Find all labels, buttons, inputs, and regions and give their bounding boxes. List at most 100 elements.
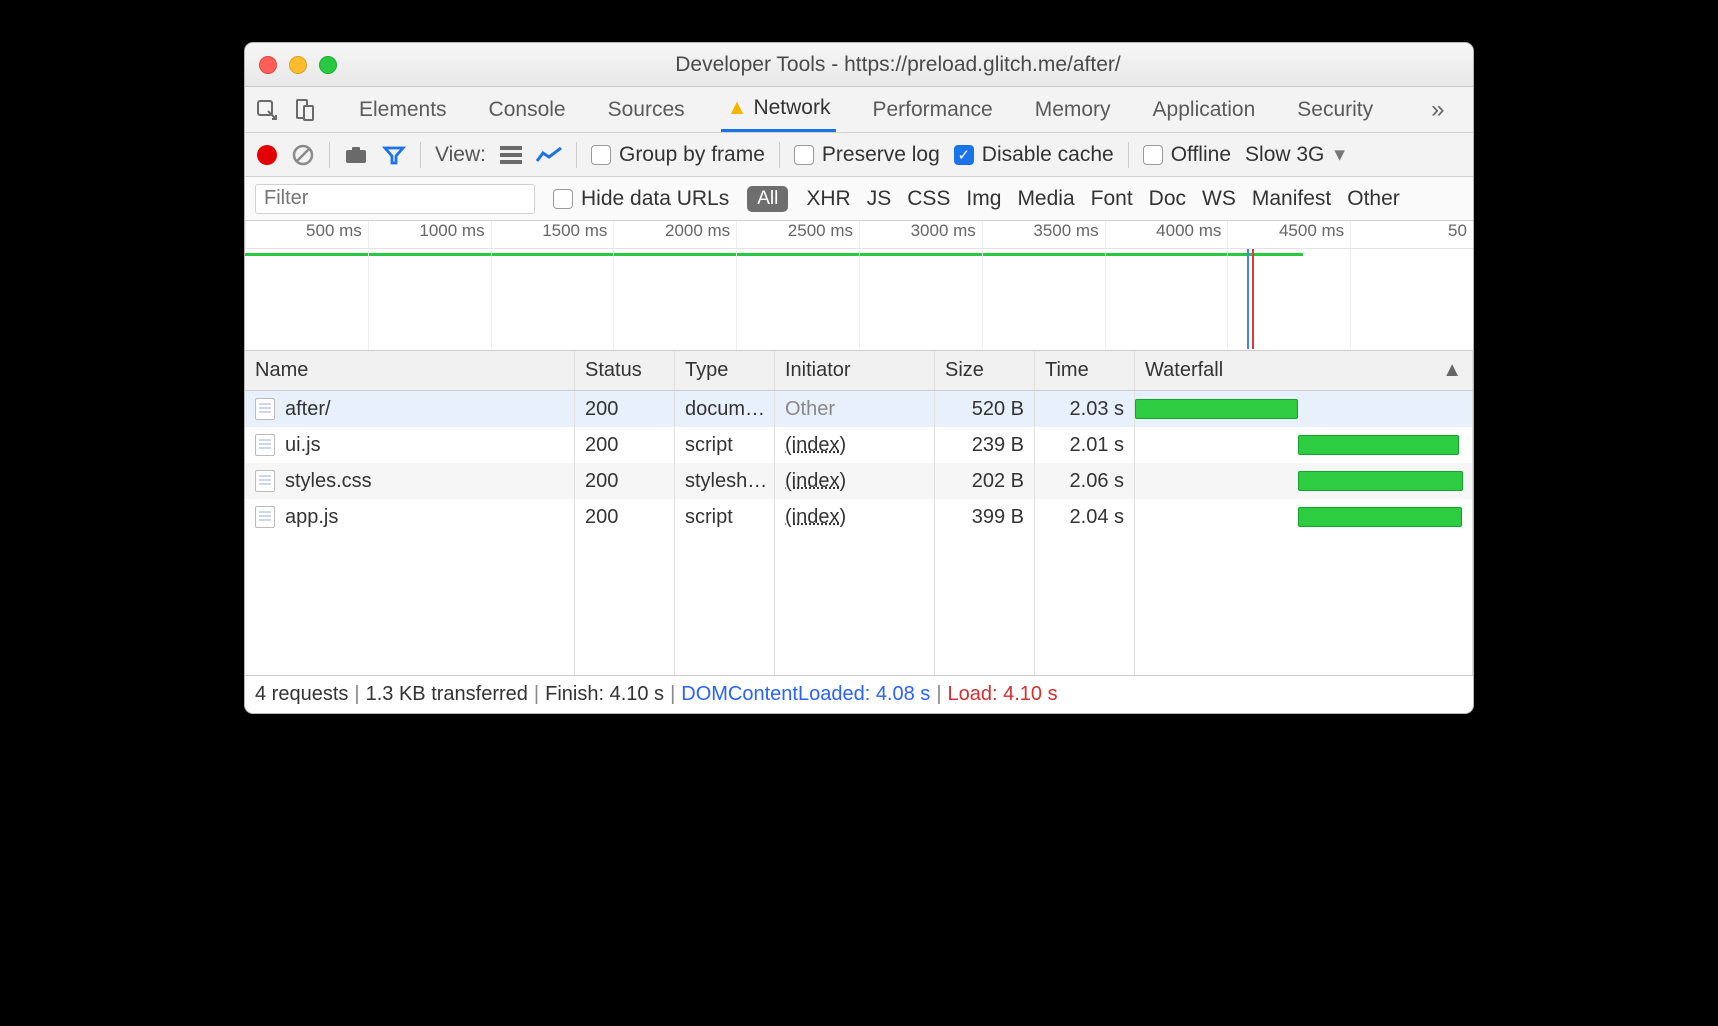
request-size: 399 B [935,499,1035,535]
request-time: 2.03 s [1035,391,1135,427]
request-type: stylesh… [675,463,775,499]
request-waterfall [1135,463,1473,499]
view-label: View: [435,143,486,167]
group-by-frame-checkbox[interactable]: Group by frame [591,143,765,167]
chevron-down-icon: ▾ [1334,142,1345,167]
table-row[interactable]: after/200docum…Other520 B2.03 s [245,391,1473,427]
panel-tabs: Elements Console Sources ▲Network Performanc… [245,87,1473,133]
status-bar: 4 requests | 1.3 KB transferred | Finish… [245,675,1473,713]
titlebar: Developer Tools - https://preload.glitch… [245,43,1473,87]
minimize-window-icon[interactable] [289,56,307,74]
window-title: Developer Tools - https://preload.glitch… [337,53,1459,77]
request-type: script [675,499,775,535]
devtools-menu-icon[interactable]: ⋮ [1471,95,1475,124]
timeline-activity-bar [245,253,1303,256]
filter-type-font[interactable]: Font [1091,187,1133,211]
load-marker [1252,249,1254,349]
request-initiator[interactable]: Other [775,391,935,427]
request-status: 200 [575,427,675,463]
request-waterfall [1135,391,1473,427]
throttling-select[interactable]: Slow 3G ▾ [1245,142,1345,167]
filter-input[interactable] [255,184,535,214]
tab-performance[interactable]: Performance [866,87,998,132]
large-rows-icon[interactable] [500,146,522,164]
request-initiator[interactable]: (index) [775,463,935,499]
filter-type-img[interactable]: Img [966,187,1001,211]
col-type[interactable]: Type [675,351,775,390]
disable-cache-checkbox[interactable]: ✓Disable cache [954,143,1114,167]
request-size: 520 B [935,391,1035,427]
requests-table: Name Status Type Initiator Size Time Wat… [245,351,1473,675]
request-time: 2.01 s [1035,427,1135,463]
request-type: docum… [675,391,775,427]
file-icon [255,470,275,492]
timeline-tick: 3000 ms [859,221,982,248]
table-row[interactable]: app.js200script(index)399 B2.04 s [245,499,1473,535]
status-finish: Finish: 4.10 s [545,683,664,706]
request-status: 200 [575,463,675,499]
table-row[interactable]: styles.css200stylesh…(index)202 B2.06 s [245,463,1473,499]
filter-icon[interactable] [382,145,406,165]
tab-application[interactable]: Application [1147,87,1262,132]
request-name: after/ [285,398,331,421]
offline-checkbox[interactable]: Offline [1143,143,1231,167]
table-row[interactable]: ui.js200script(index)239 B2.01 s [245,427,1473,463]
request-initiator[interactable]: (index) [775,427,935,463]
device-toolbar-icon[interactable] [293,98,317,122]
close-window-icon[interactable] [259,56,277,74]
hide-data-urls-checkbox[interactable]: Hide data URLs [553,187,729,211]
sort-indicator-icon: ▲ [1442,359,1462,382]
col-status[interactable]: Status [575,351,675,390]
table-empty-area [245,535,1473,675]
record-icon[interactable] [257,145,277,165]
filter-type-ws[interactable]: WS [1202,187,1236,211]
clear-icon[interactable] [291,143,315,167]
timeline-tick: 500 ms [245,221,368,248]
tab-elements[interactable]: Elements [353,87,453,132]
tab-network[interactable]: ▲Network [721,87,837,132]
filter-type-manifest[interactable]: Manifest [1252,187,1331,211]
table-header: Name Status Type Initiator Size Time Wat… [245,351,1473,391]
timeline-tick: 4000 ms [1105,221,1228,248]
overview-icon[interactable] [536,147,562,163]
request-status: 200 [575,391,675,427]
request-waterfall [1135,499,1473,535]
filter-all-pill[interactable]: All [747,186,788,212]
window-controls [259,56,337,74]
request-time: 2.06 s [1035,463,1135,499]
filter-type-css[interactable]: CSS [907,187,950,211]
col-initiator[interactable]: Initiator [775,351,935,390]
tab-memory[interactable]: Memory [1029,87,1117,132]
timeline-tick: 4500 ms [1227,221,1350,248]
maximize-window-icon[interactable] [319,56,337,74]
tab-console[interactable]: Console [483,87,572,132]
warning-icon: ▲ [727,96,748,120]
request-status: 200 [575,499,675,535]
col-name[interactable]: Name [245,351,575,390]
col-waterfall[interactable]: Waterfall ▲ [1135,351,1473,390]
tab-sources[interactable]: Sources [602,87,691,132]
timeline-overview[interactable]: 500 ms1000 ms1500 ms2000 ms2500 ms3000 m… [245,221,1473,351]
col-time[interactable]: Time [1035,351,1135,390]
tab-security[interactable]: Security [1291,87,1379,132]
status-load: Load: 4.10 s [948,683,1058,706]
preserve-log-checkbox[interactable]: Preserve log [794,143,940,167]
inspect-element-icon[interactable] [255,98,279,122]
more-tabs-icon[interactable]: » [1431,96,1444,124]
timeline-tick: 1000 ms [368,221,491,248]
status-transferred: 1.3 KB transferred [366,683,528,706]
filter-bar: Hide data URLs All XHR JS CSS Img Media Font D… [245,177,1473,221]
col-size[interactable]: Size [935,351,1035,390]
file-icon [255,506,275,528]
filter-type-xhr[interactable]: XHR [806,187,850,211]
request-type: script [675,427,775,463]
filter-type-doc[interactable]: Doc [1149,187,1186,211]
status-domcontentloaded: DOMContentLoaded: 4.08 s [681,683,930,706]
filter-type-js[interactable]: JS [867,187,892,211]
filter-type-media[interactable]: Media [1017,187,1074,211]
filter-type-other[interactable]: Other [1347,187,1400,211]
file-icon [255,398,275,420]
capture-screenshots-icon[interactable] [344,145,368,165]
request-size: 202 B [935,463,1035,499]
request-initiator[interactable]: (index) [775,499,935,535]
